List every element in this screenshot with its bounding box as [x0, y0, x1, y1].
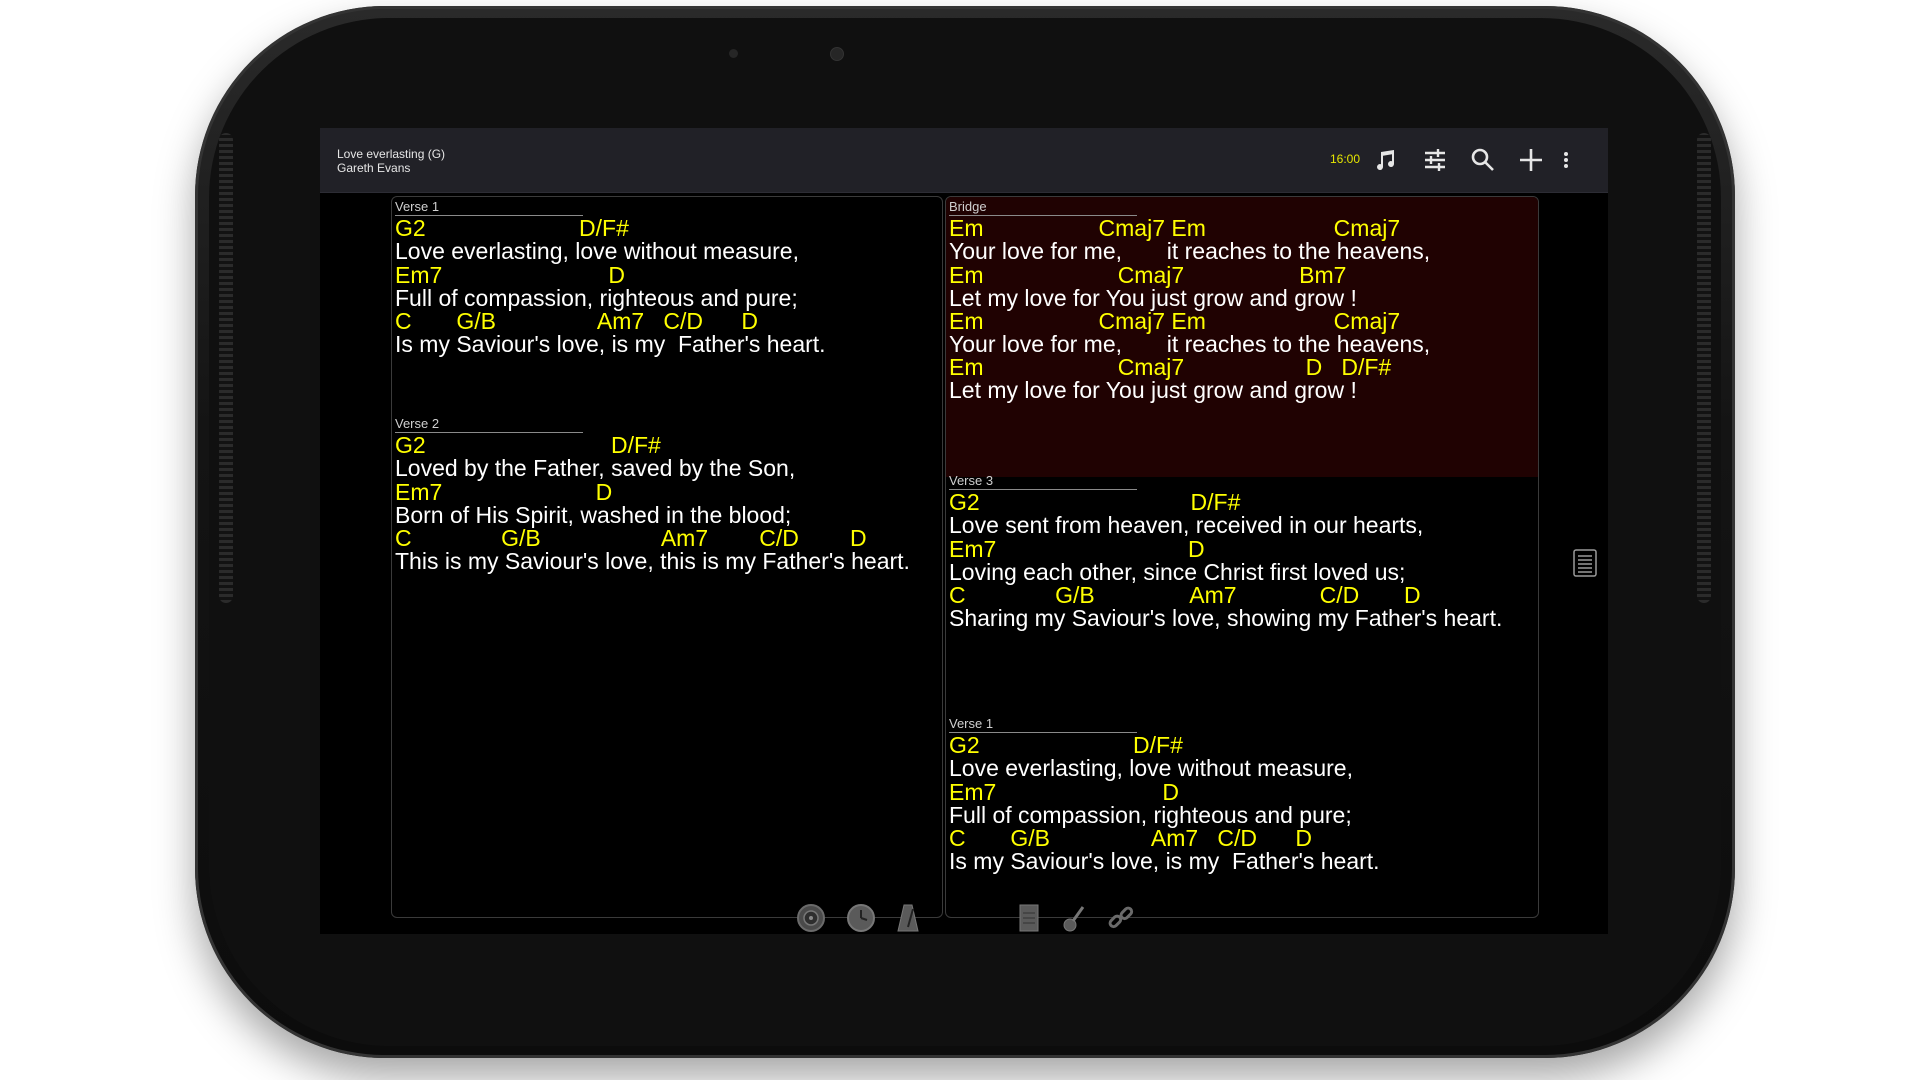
lyric-line: Sharing my Saviour's love, showing my Fa…	[949, 605, 1503, 631]
sliders-icon[interactable]	[1422, 147, 1448, 173]
clock-icon[interactable]	[846, 903, 876, 934]
lyric-line: Is my Saviour's love, is my Father's hea…	[949, 848, 1380, 874]
lyric-line: Let my love for You just grow and grow !	[949, 377, 1357, 403]
lyric-line: This is my Saviour's love, this is my Fa…	[395, 548, 910, 574]
app-bar: Love everlasting (G) Gareth Evans 16:00	[320, 128, 1608, 193]
song-artist: Gareth Evans	[337, 161, 411, 175]
left-speaker-grille	[219, 133, 233, 603]
notepad-icon[interactable]	[1018, 903, 1040, 934]
bottom-toolbar	[320, 903, 1608, 933]
front-sensor	[729, 49, 738, 58]
lyric-line: Is my Saviour's love, is my Father's hea…	[395, 331, 826, 357]
right-speaker-grille	[1697, 133, 1711, 603]
metronome-icon[interactable]	[896, 903, 920, 934]
clock: 16:00	[1330, 152, 1361, 166]
guitar-icon[interactable]	[1062, 903, 1086, 934]
speaker-icon[interactable]	[796, 903, 826, 934]
app-screen: Love everlasting (G) Gareth Evans 16:00	[320, 128, 1608, 934]
song-title: Love everlasting (G)	[337, 147, 446, 161]
front-camera	[830, 47, 844, 61]
right-song-column[interactable]: Bridge Em Cmaj7 Em Cmaj7 Your love for m…	[945, 196, 1539, 918]
overflow-menu-icon[interactable]	[1560, 147, 1572, 173]
add-icon[interactable]	[1518, 147, 1544, 173]
left-song-column[interactable]: Verse 1 G2 D/F# Love everlasting, love w…	[391, 196, 943, 918]
search-icon[interactable]	[1470, 147, 1496, 173]
music-note-icon[interactable]	[1374, 147, 1400, 173]
link-icon[interactable]	[1106, 903, 1136, 934]
list-view-icon[interactable]	[1572, 548, 1598, 578]
